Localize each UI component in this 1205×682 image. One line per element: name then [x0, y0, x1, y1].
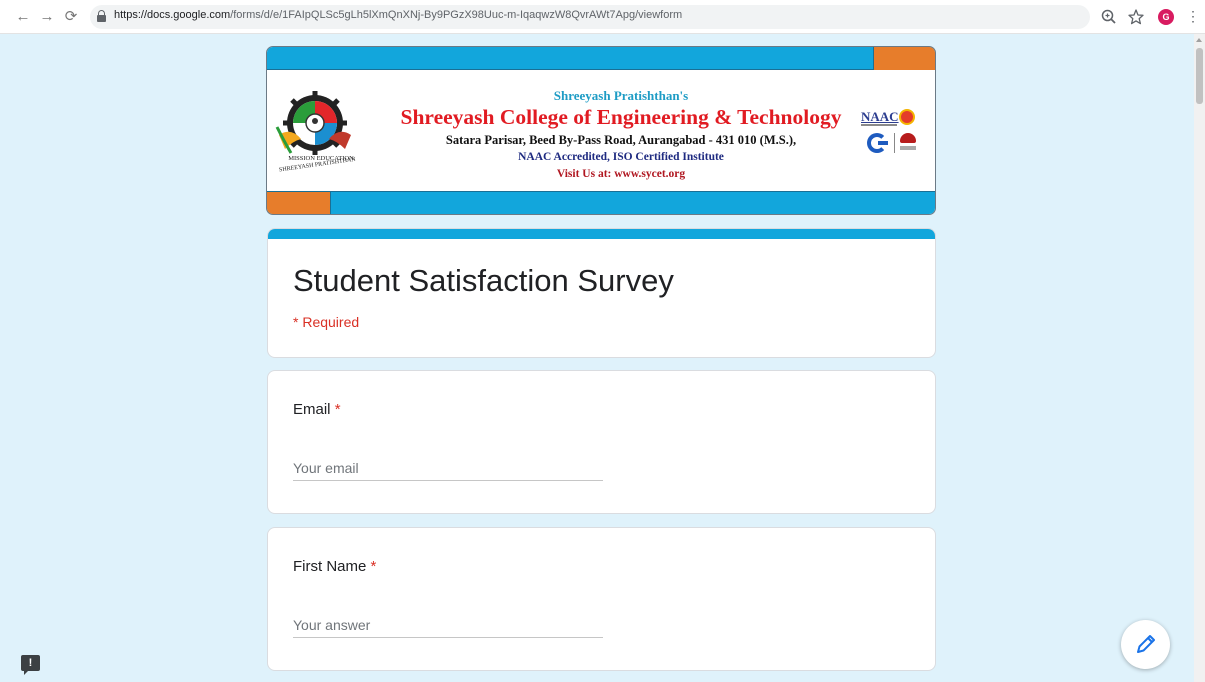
question-label-first-name: First Name *: [293, 558, 376, 575]
lock-icon: [97, 10, 106, 22]
iso-logo: [900, 133, 916, 143]
banner-address: Satara Parisar, Beed By-Pass Road, Auran…: [445, 133, 797, 147]
edit-fab-button[interactable]: [1121, 620, 1170, 669]
required-asterisk: *: [370, 558, 377, 575]
kebab-menu-icon[interactable]: ⋮: [1186, 8, 1200, 25]
profile-avatar[interactable]: G: [1158, 9, 1174, 25]
banner-orange-block: [873, 47, 935, 70]
question-card-first-name: First Name *: [267, 527, 936, 671]
iso-logo-text: [900, 146, 916, 150]
banner-accreditation: NAAC Accredited, ISO Certified Institute: [518, 151, 724, 163]
banner-top-band: [267, 47, 935, 70]
question-label-email: Email *: [293, 401, 341, 418]
browser-toolbar: ← → ⟳ https://docs.google.com/forms/d/e/…: [0, 0, 1205, 34]
page-scrollbar[interactable]: [1194, 34, 1205, 682]
arrow-left-icon[interactable]: ←: [14, 8, 32, 26]
form-title-card: Student Satisfaction Survey * Required: [267, 228, 936, 358]
naac-logo-underline: [861, 124, 897, 126]
form-header-banner: SHREEYASH PRATISHTHAN MISSION EDUCATION …: [266, 46, 936, 215]
banner-trust-name: Shreeyash Pratishthan's: [553, 88, 689, 103]
email-field[interactable]: [293, 455, 603, 481]
arrow-right-icon[interactable]: →: [38, 8, 56, 26]
url-path: /forms/d/e/1FAIpQLSc5gLh5lXmQnXNj-By9PGz…: [230, 9, 683, 21]
address-bar[interactable]: https://docs.google.com/forms/d/e/1FAIpQ…: [90, 5, 1090, 29]
question-label-text: Email: [293, 401, 331, 418]
naac-emblem-icon: [899, 109, 915, 125]
reload-icon[interactable]: ⟳: [62, 8, 80, 26]
banner-website: Visit Us at: www.sycet.org: [556, 168, 686, 180]
form-title: Student Satisfaction Survey: [293, 263, 674, 298]
first-name-field[interactable]: [293, 612, 603, 638]
pencil-edit-icon: [1137, 635, 1155, 653]
title-card-accent-bar: [268, 229, 935, 239]
question-label-text: First Name: [293, 558, 367, 575]
report-feedback-icon[interactable]: !: [21, 655, 40, 675]
url-text[interactable]: https://docs.google.com/forms/d/e/1FAIpQ…: [114, 9, 682, 21]
scroll-thumb[interactable]: [1196, 48, 1203, 104]
naac-logo: NAAC: [861, 109, 899, 124]
banner-orange-block-bottom: [267, 192, 331, 214]
banner-bottom-band: [267, 191, 935, 214]
college-logo: SHREEYASH PRATISHTHAN: [275, 91, 357, 173]
question-card-email: Email *: [267, 370, 936, 514]
logo-separator: [894, 133, 895, 153]
bookmark-star-icon[interactable]: [1127, 8, 1145, 26]
required-asterisk: *: [334, 401, 341, 418]
banner-college-name: Shreeyash College of Engineering & Techn…: [400, 105, 842, 129]
scroll-up-arrow[interactable]: [1196, 38, 1202, 42]
required-note: * Required: [293, 314, 360, 330]
url-domain: https://docs.google.com: [114, 9, 231, 21]
zoom-icon[interactable]: [1100, 8, 1118, 26]
logo-caption: MISSION EDUCATION: [288, 155, 354, 162]
partner-g-logo-bar: [878, 141, 888, 145]
